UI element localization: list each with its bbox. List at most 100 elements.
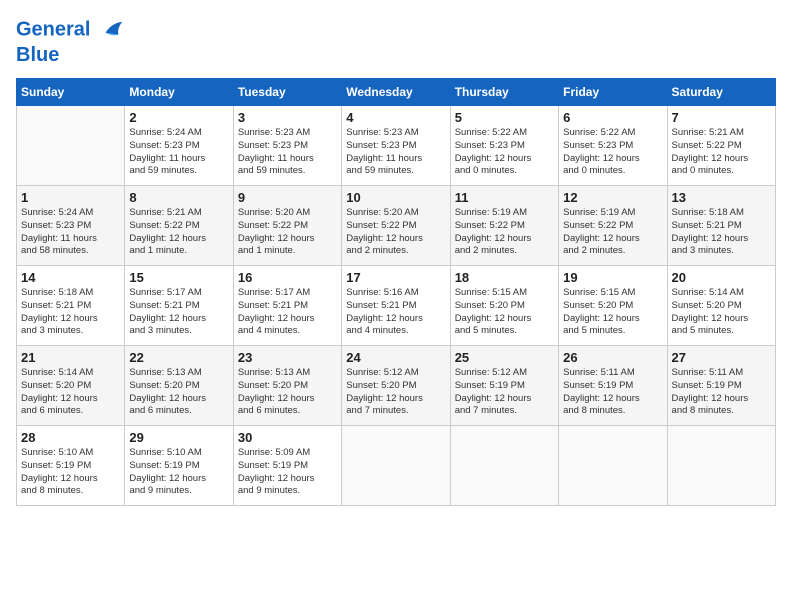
- day-info: Sunrise: 5:21 AM Sunset: 5:22 PM Dayligh…: [129, 207, 228, 258]
- column-header-tuesday: Tuesday: [233, 79, 341, 106]
- day-info: Sunrise: 5:09 AM Sunset: 5:19 PM Dayligh…: [238, 447, 337, 498]
- day-number: 15: [129, 270, 228, 285]
- day-info: Sunrise: 5:23 AM Sunset: 5:23 PM Dayligh…: [346, 127, 445, 178]
- day-number: 26: [563, 350, 662, 365]
- calendar-week-0: 2 Sunrise: 5:24 AM Sunset: 5:23 PM Daylig…: [17, 106, 776, 186]
- day-info: Sunrise: 5:16 AM Sunset: 5:21 PM Dayligh…: [346, 287, 445, 338]
- day-number: 23: [238, 350, 337, 365]
- calendar-cell: 15 Sunrise: 5:17 AM Sunset: 5:21 PM Dayli…: [125, 266, 233, 346]
- day-number: 13: [672, 190, 771, 205]
- calendar-cell: 16 Sunrise: 5:17 AM Sunset: 5:21 PM Dayli…: [233, 266, 341, 346]
- day-info: Sunrise: 5:19 AM Sunset: 5:22 PM Dayligh…: [455, 207, 554, 258]
- day-info: Sunrise: 5:23 AM Sunset: 5:23 PM Dayligh…: [238, 127, 337, 178]
- column-header-friday: Friday: [559, 79, 667, 106]
- calendar-cell: [17, 106, 125, 186]
- day-info: Sunrise: 5:12 AM Sunset: 5:20 PM Dayligh…: [346, 367, 445, 418]
- day-number: 27: [672, 350, 771, 365]
- day-number: 19: [563, 270, 662, 285]
- day-info: Sunrise: 5:19 AM Sunset: 5:22 PM Dayligh…: [563, 207, 662, 258]
- day-number: 10: [346, 190, 445, 205]
- column-header-saturday: Saturday: [667, 79, 775, 106]
- logo: General Blue: [16, 16, 126, 66]
- calendar-cell: 21 Sunrise: 5:14 AM Sunset: 5:20 PM Dayli…: [17, 346, 125, 426]
- day-number: 16: [238, 270, 337, 285]
- day-number: 6: [563, 110, 662, 125]
- calendar-cell: 23Sunrise: 5:13 AM Sunset: 5:20 PM Dayli…: [233, 346, 341, 426]
- day-number: 9: [238, 190, 337, 205]
- calendar-cell: 12 Sunrise: 5:19 AM Sunset: 5:22 PM Dayli…: [559, 186, 667, 266]
- day-number: 28: [21, 430, 120, 445]
- calendar-week-4: 28 Sunrise: 5:10 AM Sunset: 5:19 PM Dayli…: [17, 426, 776, 506]
- calendar-cell: 22 Sunrise: 5:13 AM Sunset: 5:20 PM Dayli…: [125, 346, 233, 426]
- calendar-cell: 2 Sunrise: 5:24 AM Sunset: 5:23 PM Daylig…: [125, 106, 233, 186]
- column-header-monday: Monday: [125, 79, 233, 106]
- day-number: 5: [455, 110, 554, 125]
- day-number: 1: [21, 190, 120, 205]
- calendar-cell: 9 Sunrise: 5:20 AM Sunset: 5:22 PM Daylig…: [233, 186, 341, 266]
- day-number: 3: [238, 110, 337, 125]
- calendar-cell: 30 Sunrise: 5:09 AM Sunset: 5:19 PM Dayli…: [233, 426, 341, 506]
- day-info: Sunrise: 5:17 AM Sunset: 5:21 PM Dayligh…: [129, 287, 228, 338]
- day-number: 24: [346, 350, 445, 365]
- day-info: Sunrise: 5:24 AM Sunset: 5:23 PM Dayligh…: [129, 127, 228, 178]
- day-info: Sunrise: 5:10 AM Sunset: 5:19 PM Dayligh…: [21, 447, 120, 498]
- calendar-cell: 19 Sunrise: 5:15 AM Sunset: 5:20 PM Dayli…: [559, 266, 667, 346]
- calendar-week-1: 1 Sunrise: 5:24 AM Sunset: 5:23 PM Daylig…: [17, 186, 776, 266]
- day-info: Sunrise: 5:20 AM Sunset: 5:22 PM Dayligh…: [346, 207, 445, 258]
- calendar-cell: [559, 426, 667, 506]
- day-info: Sunrise: 5:17 AM Sunset: 5:21 PM Dayligh…: [238, 287, 337, 338]
- calendar-cell: 14 Sunrise: 5:18 AM Sunset: 5:21 PM Dayli…: [17, 266, 125, 346]
- calendar-cell: 25 Sunrise: 5:12 AM Sunset: 5:19 PM Dayli…: [450, 346, 558, 426]
- day-number: 21: [21, 350, 120, 365]
- calendar-cell: 4 Sunrise: 5:23 AM Sunset: 5:23 PM Daylig…: [342, 106, 450, 186]
- day-number: 11: [455, 190, 554, 205]
- day-number: 25: [455, 350, 554, 365]
- day-info: Sunrise: 5:22 AM Sunset: 5:23 PM Dayligh…: [563, 127, 662, 178]
- day-number: 22: [129, 350, 228, 365]
- calendar-cell: 1 Sunrise: 5:24 AM Sunset: 5:23 PM Daylig…: [17, 186, 125, 266]
- calendar-cell: 17 Sunrise: 5:16 AM Sunset: 5:21 PM Dayli…: [342, 266, 450, 346]
- day-info: Sunrise: 5:14 AM Sunset: 5:20 PM Dayligh…: [21, 367, 120, 418]
- page-header: General Blue: [16, 16, 776, 66]
- day-info: Sunrise: 5:10 AM Sunset: 5:19 PM Dayligh…: [129, 447, 228, 498]
- calendar-cell: 6 Sunrise: 5:22 AM Sunset: 5:23 PM Daylig…: [559, 106, 667, 186]
- day-info: Sunrise: 5:13 AM Sunset: 5:20 PM Dayligh…: [129, 367, 228, 418]
- column-header-thursday: Thursday: [450, 79, 558, 106]
- calendar-cell: [342, 426, 450, 506]
- day-number: 14: [21, 270, 120, 285]
- logo-bird-icon: [98, 16, 126, 44]
- calendar-cell: 13 Sunrise: 5:18 AM Sunset: 5:21 PM Dayli…: [667, 186, 775, 266]
- day-number: 30: [238, 430, 337, 445]
- day-info: Sunrise: 5:20 AM Sunset: 5:22 PM Dayligh…: [238, 207, 337, 258]
- calendar-cell: 20 Sunrise: 5:14 AM Sunset: 5:20 PM Dayli…: [667, 266, 775, 346]
- day-info: Sunrise: 5:22 AM Sunset: 5:23 PM Dayligh…: [455, 127, 554, 178]
- day-number: 18: [455, 270, 554, 285]
- day-number: 29: [129, 430, 228, 445]
- calendar-cell: 29 Sunrise: 5:10 AM Sunset: 5:19 PM Dayli…: [125, 426, 233, 506]
- day-number: 2: [129, 110, 228, 125]
- logo-text-general: General: [16, 18, 90, 40]
- calendar-cell: 11 Sunrise: 5:19 AM Sunset: 5:22 PM Dayli…: [450, 186, 558, 266]
- day-number: 4: [346, 110, 445, 125]
- calendar-cell: 3 Sunrise: 5:23 AM Sunset: 5:23 PM Daylig…: [233, 106, 341, 186]
- day-info: Sunrise: 5:12 AM Sunset: 5:19 PM Dayligh…: [455, 367, 554, 418]
- calendar-cell: 28 Sunrise: 5:10 AM Sunset: 5:19 PM Dayli…: [17, 426, 125, 506]
- calendar-week-2: 14 Sunrise: 5:18 AM Sunset: 5:21 PM Dayli…: [17, 266, 776, 346]
- day-number: 8: [129, 190, 228, 205]
- day-info: Sunrise: 5:15 AM Sunset: 5:20 PM Dayligh…: [563, 287, 662, 338]
- day-number: 7: [672, 110, 771, 125]
- day-info: Sunrise: 5:24 AM Sunset: 5:23 PM Dayligh…: [21, 207, 120, 258]
- day-info: Sunrise: 5:18 AM Sunset: 5:21 PM Dayligh…: [21, 287, 120, 338]
- day-info: Sunrise: 5:14 AM Sunset: 5:20 PM Dayligh…: [672, 287, 771, 338]
- day-number: 12: [563, 190, 662, 205]
- calendar-cell: [667, 426, 775, 506]
- calendar-cell: 26 Sunrise: 5:11 AM Sunset: 5:19 PM Dayli…: [559, 346, 667, 426]
- column-header-sunday: Sunday: [17, 79, 125, 106]
- day-info: Sunrise: 5:11 AM Sunset: 5:19 PM Dayligh…: [563, 367, 662, 418]
- calendar-cell: 27Sunrise: 5:11 AM Sunset: 5:19 PM Dayli…: [667, 346, 775, 426]
- calendar-cell: 5 Sunrise: 5:22 AM Sunset: 5:23 PM Daylig…: [450, 106, 558, 186]
- day-number: 20: [672, 270, 771, 285]
- day-info: Sunrise: 5:18 AM Sunset: 5:21 PM Dayligh…: [672, 207, 771, 258]
- day-number: 17: [346, 270, 445, 285]
- calendar-header-row: SundayMondayTuesdayWednesdayThursdayFrid…: [17, 79, 776, 106]
